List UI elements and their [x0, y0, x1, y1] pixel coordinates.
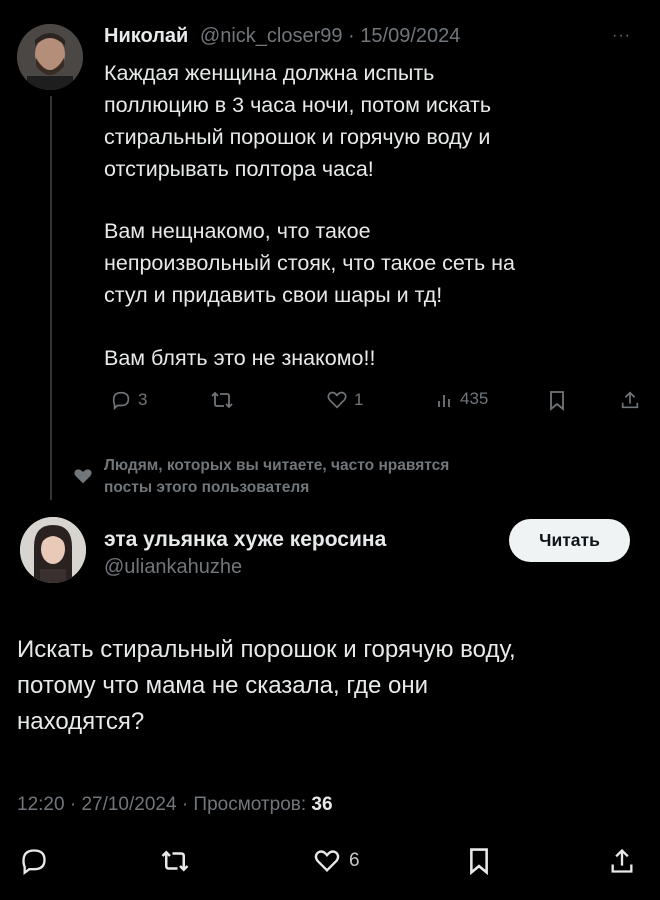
comment-icon [22, 849, 46, 875]
main-tweet-text: Искать стиральный порошок и горячую воду… [17, 636, 516, 735]
views-label: Просмотров: [193, 794, 307, 815]
heart-icon [314, 850, 340, 872]
reply-button[interactable]: 3 [110, 389, 147, 411]
like-count: 1 [354, 390, 364, 409]
author-handle[interactable]: @uliankahuzhe [104, 556, 242, 579]
like-button[interactable]: 1 [326, 389, 363, 411]
avatar[interactable] [17, 24, 83, 90]
share-icon [611, 848, 633, 873]
retweet-icon [211, 391, 233, 409]
heart-icon [73, 467, 93, 490]
reply-text-p3: Вам блять это не знакомо!! [104, 346, 376, 370]
reply-button[interactable] [20, 847, 48, 875]
tweet-meta: 12:20 · 27/10/2024 · Просмотров: 36 [17, 794, 333, 816]
share-button[interactable] [608, 847, 636, 875]
post-date[interactable]: 15/09/2024 [360, 25, 460, 47]
comment-icon [112, 391, 130, 411]
heart-icon [327, 391, 347, 409]
more-options-icon[interactable]: ··· [612, 27, 631, 45]
post-time[interactable]: 12:20 [17, 794, 65, 815]
bookmark-icon [550, 391, 564, 411]
bookmark-button[interactable] [547, 389, 567, 411]
like-button[interactable]: 6 [313, 847, 360, 875]
views-icon [438, 395, 450, 407]
follow-button[interactable]: Читать [509, 519, 630, 562]
separator: · [181, 794, 189, 815]
author-handle[interactable]: @nick_closer99 [200, 25, 343, 47]
share-button[interactable] [619, 389, 641, 411]
retweet-button[interactable] [210, 389, 234, 411]
social-context-text: Людям, которых вы читаете, часто нравятс… [104, 457, 450, 496]
post-date[interactable]: 27/10/2024 [81, 794, 176, 815]
reply-text-p1: Каждая женщина должна испыть поллюцию в … [104, 61, 492, 181]
view-count[interactable]: 36 [311, 794, 332, 815]
views-button[interactable]: 435 [436, 389, 488, 409]
share-icon [621, 391, 639, 409]
author-name[interactable]: Николай [104, 25, 188, 47]
avatar[interactable] [20, 517, 86, 583]
bookmark-icon [470, 848, 488, 875]
separator: · [348, 25, 355, 47]
like-count: 6 [349, 850, 360, 871]
reply-header: Николай @nick_closer99 · 15/09/2024 [104, 25, 460, 48]
reply-text-p2: Вам нещнакомо, что такое непроизвольный … [104, 219, 515, 307]
bookmark-button[interactable] [466, 847, 492, 875]
thread-connector-line [50, 96, 52, 500]
view-count: 435 [460, 389, 489, 408]
retweet-icon [161, 850, 189, 872]
separator: · [69, 794, 77, 815]
reply-count: 3 [138, 390, 148, 409]
retweet-button[interactable] [160, 847, 190, 875]
author-name[interactable]: эта ульянка хуже керосина [104, 528, 386, 552]
